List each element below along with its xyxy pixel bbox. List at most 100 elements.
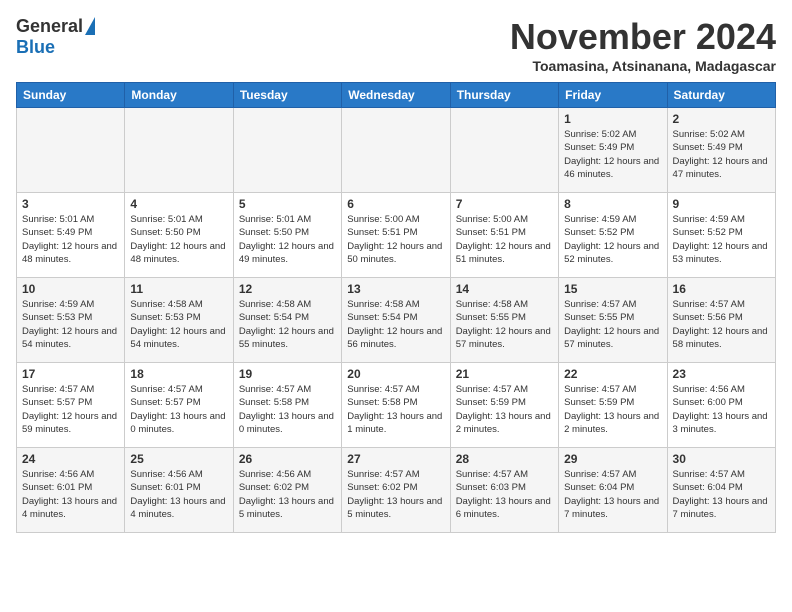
- weekday-header-tuesday: Tuesday: [233, 83, 341, 108]
- day-number: 10: [22, 282, 119, 296]
- calendar-cell: [17, 108, 125, 193]
- day-info: Sunrise: 4:58 AM Sunset: 5:53 PM Dayligh…: [130, 298, 227, 351]
- day-number: 17: [22, 367, 119, 381]
- page-header: General Blue November 2024 Toamasina, At…: [16, 16, 776, 74]
- calendar-week-1: 1 Sunrise: 5:02 AM Sunset: 5:49 PM Daylig…: [17, 108, 776, 193]
- day-number: 9: [673, 197, 770, 211]
- calendar-cell: 29 Sunrise: 4:57 AM Sunset: 6:04 PM Dayli…: [559, 448, 667, 533]
- day-number: 26: [239, 452, 336, 466]
- calendar-cell: 19 Sunrise: 4:57 AM Sunset: 5:58 PM Dayli…: [233, 363, 341, 448]
- calendar-cell: 24 Sunrise: 4:56 AM Sunset: 6:01 PM Dayli…: [17, 448, 125, 533]
- calendar-cell: 3Sunrise: 5:01 AM Sunset: 5:49 PM Daylig…: [17, 193, 125, 278]
- calendar-cell: 16 Sunrise: 4:57 AM Sunset: 5:56 PM Dayli…: [667, 278, 775, 363]
- day-info: Sunrise: 5:01 AM Sunset: 5:50 PM Dayligh…: [130, 213, 227, 266]
- day-number: 23: [673, 367, 770, 381]
- day-info: Sunrise: 4:57 AM Sunset: 6:04 PM Dayligh…: [673, 468, 770, 521]
- weekday-header-monday: Monday: [125, 83, 233, 108]
- calendar-cell: 18 Sunrise: 4:57 AM Sunset: 5:57 PM Dayli…: [125, 363, 233, 448]
- day-info: Sunrise: 4:59 AM Sunset: 5:53 PM Dayligh…: [22, 298, 119, 351]
- weekday-header-saturday: Saturday: [667, 83, 775, 108]
- day-info: Sunrise: 5:00 AM Sunset: 5:51 PM Dayligh…: [347, 213, 444, 266]
- day-info: Sunrise: 4:57 AM Sunset: 6:04 PM Dayligh…: [564, 468, 661, 521]
- calendar-cell: 1 Sunrise: 5:02 AM Sunset: 5:49 PM Daylig…: [559, 108, 667, 193]
- calendar-cell: 6Sunrise: 5:00 AM Sunset: 5:51 PM Daylig…: [342, 193, 450, 278]
- day-info: Sunrise: 4:58 AM Sunset: 5:54 PM Dayligh…: [347, 298, 444, 351]
- day-number: 30: [673, 452, 770, 466]
- day-number: 5: [239, 197, 336, 211]
- calendar-header-row: SundayMondayTuesdayWednesdayThursdayFrid…: [17, 83, 776, 108]
- day-number: 2: [673, 112, 770, 126]
- day-number: 20: [347, 367, 444, 381]
- calendar-cell: 8Sunrise: 4:59 AM Sunset: 5:52 PM Daylig…: [559, 193, 667, 278]
- day-info: Sunrise: 5:00 AM Sunset: 5:51 PM Dayligh…: [456, 213, 553, 266]
- day-number: 18: [130, 367, 227, 381]
- day-number: 12: [239, 282, 336, 296]
- day-info: Sunrise: 4:57 AM Sunset: 5:56 PM Dayligh…: [673, 298, 770, 351]
- day-number: 25: [130, 452, 227, 466]
- calendar-week-2: 3Sunrise: 5:01 AM Sunset: 5:49 PM Daylig…: [17, 193, 776, 278]
- calendar-week-4: 17 Sunrise: 4:57 AM Sunset: 5:57 PM Dayli…: [17, 363, 776, 448]
- logo: General Blue: [16, 16, 95, 58]
- day-info: Sunrise: 4:57 AM Sunset: 5:59 PM Dayligh…: [456, 383, 553, 436]
- calendar-cell: 11 Sunrise: 4:58 AM Sunset: 5:53 PM Dayli…: [125, 278, 233, 363]
- day-info: Sunrise: 4:57 AM Sunset: 5:58 PM Dayligh…: [347, 383, 444, 436]
- logo-triangle-icon: [85, 17, 95, 35]
- calendar-cell: [450, 108, 558, 193]
- month-title: November 2024: [510, 16, 776, 58]
- calendar-week-5: 24 Sunrise: 4:56 AM Sunset: 6:01 PM Dayli…: [17, 448, 776, 533]
- calendar-cell: 12Sunrise: 4:58 AM Sunset: 5:54 PM Dayli…: [233, 278, 341, 363]
- day-number: 11: [130, 282, 227, 296]
- calendar-cell: 23 Sunrise: 4:56 AM Sunset: 6:00 PM Dayli…: [667, 363, 775, 448]
- day-info: Sunrise: 4:58 AM Sunset: 5:55 PM Dayligh…: [456, 298, 553, 351]
- day-number: 29: [564, 452, 661, 466]
- logo-general-text: General: [16, 16, 83, 37]
- day-info: Sunrise: 4:57 AM Sunset: 5:57 PM Dayligh…: [130, 383, 227, 436]
- calendar-cell: [125, 108, 233, 193]
- calendar-cell: [233, 108, 341, 193]
- day-number: 14: [456, 282, 553, 296]
- weekday-header-friday: Friday: [559, 83, 667, 108]
- day-info: Sunrise: 5:01 AM Sunset: 5:50 PM Dayligh…: [239, 213, 336, 266]
- calendar-cell: 4Sunrise: 5:01 AM Sunset: 5:50 PM Daylig…: [125, 193, 233, 278]
- calendar-cell: 26 Sunrise: 4:56 AM Sunset: 6:02 PM Dayli…: [233, 448, 341, 533]
- weekday-header-sunday: Sunday: [17, 83, 125, 108]
- day-info: Sunrise: 5:02 AM Sunset: 5:49 PM Dayligh…: [564, 128, 661, 181]
- day-number: 13: [347, 282, 444, 296]
- day-number: 21: [456, 367, 553, 381]
- calendar-cell: 7Sunrise: 5:00 AM Sunset: 5:51 PM Daylig…: [450, 193, 558, 278]
- day-number: 27: [347, 452, 444, 466]
- day-number: 1: [564, 112, 661, 126]
- day-number: 24: [22, 452, 119, 466]
- day-info: Sunrise: 4:56 AM Sunset: 6:01 PM Dayligh…: [22, 468, 119, 521]
- calendar-cell: [342, 108, 450, 193]
- day-info: Sunrise: 4:57 AM Sunset: 5:55 PM Dayligh…: [564, 298, 661, 351]
- calendar-cell: 5 Sunrise: 5:01 AM Sunset: 5:50 PM Daylig…: [233, 193, 341, 278]
- day-number: 16: [673, 282, 770, 296]
- day-info: Sunrise: 4:57 AM Sunset: 6:02 PM Dayligh…: [347, 468, 444, 521]
- weekday-header-wednesday: Wednesday: [342, 83, 450, 108]
- day-info: Sunrise: 4:57 AM Sunset: 6:03 PM Dayligh…: [456, 468, 553, 521]
- calendar-cell: 14 Sunrise: 4:58 AM Sunset: 5:55 PM Dayli…: [450, 278, 558, 363]
- calendar-cell: 10 Sunrise: 4:59 AM Sunset: 5:53 PM Dayli…: [17, 278, 125, 363]
- calendar-cell: 25 Sunrise: 4:56 AM Sunset: 6:01 PM Dayli…: [125, 448, 233, 533]
- calendar-cell: 28Sunrise: 4:57 AM Sunset: 6:03 PM Dayli…: [450, 448, 558, 533]
- calendar-cell: 9Sunrise: 4:59 AM Sunset: 5:52 PM Daylig…: [667, 193, 775, 278]
- day-info: Sunrise: 4:56 AM Sunset: 6:00 PM Dayligh…: [673, 383, 770, 436]
- day-info: Sunrise: 4:56 AM Sunset: 6:01 PM Dayligh…: [130, 468, 227, 521]
- day-info: Sunrise: 4:57 AM Sunset: 5:58 PM Dayligh…: [239, 383, 336, 436]
- calendar-cell: 21 Sunrise: 4:57 AM Sunset: 5:59 PM Dayli…: [450, 363, 558, 448]
- calendar-cell: 17Sunrise: 4:57 AM Sunset: 5:57 PM Dayli…: [17, 363, 125, 448]
- day-info: Sunrise: 4:56 AM Sunset: 6:02 PM Dayligh…: [239, 468, 336, 521]
- calendar-cell: 22 Sunrise: 4:57 AM Sunset: 5:59 PM Dayli…: [559, 363, 667, 448]
- day-info: Sunrise: 5:02 AM Sunset: 5:49 PM Dayligh…: [673, 128, 770, 181]
- calendar-week-3: 10 Sunrise: 4:59 AM Sunset: 5:53 PM Dayli…: [17, 278, 776, 363]
- day-info: Sunrise: 4:59 AM Sunset: 5:52 PM Dayligh…: [564, 213, 661, 266]
- calendar-cell: 30 Sunrise: 4:57 AM Sunset: 6:04 PM Dayli…: [667, 448, 775, 533]
- title-block: November 2024 Toamasina, Atsinanana, Mad…: [510, 16, 776, 74]
- day-number: 22: [564, 367, 661, 381]
- day-info: Sunrise: 5:01 AM Sunset: 5:49 PM Dayligh…: [22, 213, 119, 266]
- calendar-cell: 13 Sunrise: 4:58 AM Sunset: 5:54 PM Dayli…: [342, 278, 450, 363]
- calendar-table: SundayMondayTuesdayWednesdayThursdayFrid…: [16, 82, 776, 533]
- day-info: Sunrise: 4:57 AM Sunset: 5:59 PM Dayligh…: [564, 383, 661, 436]
- day-number: 19: [239, 367, 336, 381]
